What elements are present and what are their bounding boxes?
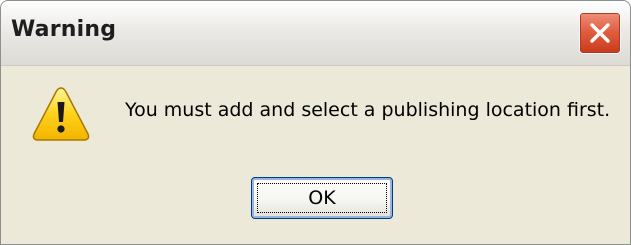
title-bar[interactable]: Warning bbox=[1, 1, 630, 66]
dialog-body: You must add and select a publishing loc… bbox=[1, 66, 630, 244]
ok-button-label: OK bbox=[308, 187, 336, 209]
dialog-title: Warning bbox=[11, 17, 117, 42]
ok-button[interactable]: OK bbox=[251, 177, 393, 219]
warning-icon bbox=[31, 85, 91, 143]
close-icon bbox=[588, 21, 612, 45]
warning-message: You must add and select a publishing loc… bbox=[125, 99, 611, 121]
warning-dialog: Warning You must add and select a publis… bbox=[0, 0, 631, 245]
close-button[interactable] bbox=[579, 12, 621, 54]
